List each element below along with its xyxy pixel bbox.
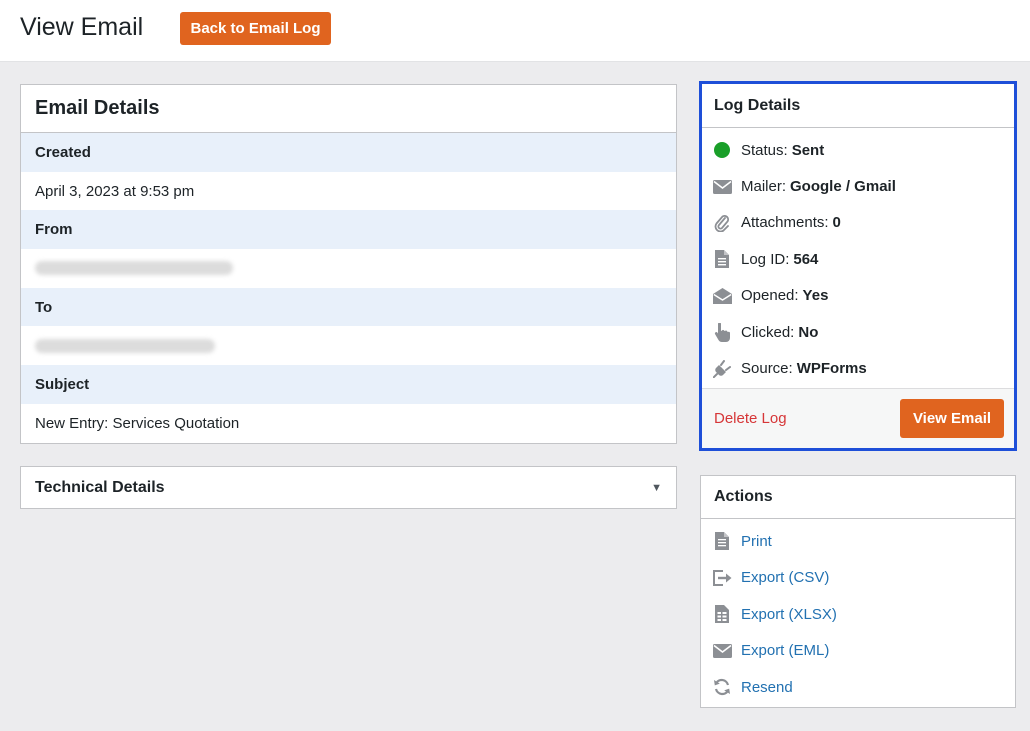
subject-label: Subject <box>21 365 676 404</box>
blurred-from-address <box>35 261 233 276</box>
from-value <box>21 249 676 288</box>
export-csv-action[interactable]: Export (CSV) <box>701 560 1015 597</box>
export-eml-label: Export (EML) <box>741 642 830 660</box>
back-to-email-log-button[interactable]: Back to Email Log <box>180 12 331 45</box>
source-value: WPForms <box>796 360 867 378</box>
subject-value: New Entry: Services Quotation <box>21 403 676 443</box>
spreadsheet-icon <box>712 604 732 624</box>
log-details-footer: Delete Log View Email <box>702 388 1014 448</box>
clicked-value: No <box>798 323 819 341</box>
caret-down-icon: ▼ <box>651 481 662 494</box>
delete-log-link[interactable]: Delete Log <box>714 410 787 427</box>
log-status: Status: Sent <box>702 132 1014 168</box>
export-xlsx-action[interactable]: Export (XLSX) <box>701 596 1015 633</box>
source-label: Source: <box>741 360 793 378</box>
to-label: To <box>21 287 676 327</box>
to-value <box>21 326 676 366</box>
green-dot-icon <box>712 140 732 160</box>
log-id: Log ID: 564 <box>702 241 1014 277</box>
created-label: Created <box>21 133 676 172</box>
resend-label: Resend <box>741 678 793 696</box>
print-action[interactable]: Print <box>701 523 1015 560</box>
log-id-value: 564 <box>793 250 819 268</box>
log-id-label: Log ID: <box>741 250 790 268</box>
export-eml-action[interactable]: Export (EML) <box>701 633 1015 670</box>
plug-icon <box>712 359 732 379</box>
from-label: From <box>21 210 676 250</box>
page-title: View Email <box>20 13 144 41</box>
attachments-label: Attachments: <box>741 214 829 232</box>
export-csv-label: Export (CSV) <box>741 569 830 587</box>
envelope-icon <box>712 641 732 661</box>
mailer-value: Google / Gmail <box>790 178 896 196</box>
status-value: Sent <box>791 141 825 159</box>
mailer-label: Mailer: <box>741 178 787 196</box>
technical-details-title: Technical Details <box>35 478 165 496</box>
log-details-card: Log Details Status: Sent Mailer: Google … <box>699 81 1017 451</box>
log-mailer: Mailer: Google / Gmail <box>702 168 1014 204</box>
blurred-to-address <box>35 338 215 353</box>
log-details-title: Log Details <box>702 84 1014 128</box>
pointer-hand-icon <box>712 322 732 342</box>
opened-value: Yes <box>802 287 829 305</box>
log-opened: Opened: Yes <box>702 278 1014 314</box>
email-details-title: Email Details <box>21 85 676 133</box>
log-clicked: Clicked: No <box>702 314 1014 350</box>
technical-details-toggle[interactable]: Technical Details ▼ <box>20 466 677 509</box>
paperclip-icon <box>712 213 732 233</box>
opened-label: Opened: <box>741 287 799 305</box>
resend-action[interactable]: Resend <box>701 669 1015 706</box>
document-icon <box>712 249 732 269</box>
refresh-icon <box>712 677 732 697</box>
created-value: April 3, 2023 at 9:53 pm <box>21 171 676 211</box>
view-email-button[interactable]: View Email <box>900 399 1004 438</box>
attachments-value: 0 <box>832 214 841 232</box>
print-label: Print <box>741 532 772 550</box>
log-attachments: Attachments: 0 <box>702 205 1014 241</box>
page-header: View Email Back to Email Log <box>0 0 1030 62</box>
open-envelope-icon <box>712 286 732 306</box>
print-document-icon <box>712 531 732 551</box>
export-xlsx-label: Export (XLSX) <box>741 605 837 623</box>
export-icon <box>712 568 732 588</box>
log-source: Source: WPForms <box>702 350 1014 386</box>
email-details-card: Email Details Created April 3, 2023 at 9… <box>20 84 677 444</box>
envelope-icon <box>712 177 732 197</box>
status-label: Status: <box>741 141 788 159</box>
clicked-label: Clicked: <box>741 323 795 341</box>
actions-card: Actions Print Export (CSV) Export (XLSX)… <box>700 475 1016 708</box>
actions-title: Actions <box>701 476 1015 519</box>
